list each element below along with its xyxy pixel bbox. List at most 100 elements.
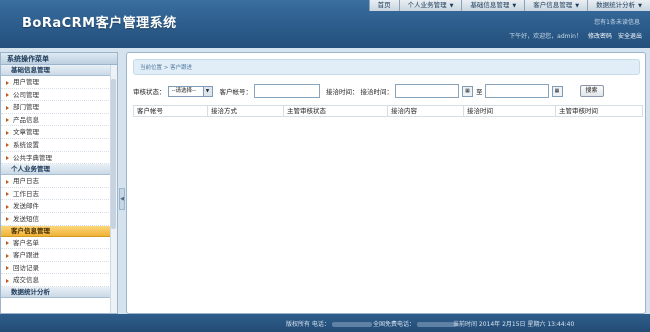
chevron-down-icon: ▼ bbox=[575, 3, 580, 9]
nav-basic-info[interactable]: 基础信息管理 ▼ bbox=[461, 0, 525, 11]
sidebar-item-label: 产品信息 bbox=[13, 115, 39, 124]
account-label: 客户帐号： bbox=[219, 88, 253, 96]
main-panel: 当前位置 > 客户跟进 审核状态： --请选择-- ▼ 客户帐号： 接洽时间： … bbox=[126, 52, 646, 314]
chevron-down-icon: ▼ bbox=[512, 3, 517, 9]
arrow-right-icon bbox=[6, 253, 9, 258]
sidebar-item-label: 公司管理 bbox=[13, 90, 39, 99]
sidebar-item-label: 发送短信 bbox=[13, 214, 39, 223]
sidebar-item-department-management[interactable]: 部门管理 bbox=[1, 101, 117, 114]
sidebar-item-label: 成交信息 bbox=[13, 276, 39, 285]
sidebar-item-dictionary-management[interactable]: 公共字典管理 bbox=[1, 152, 117, 165]
sidebar-item-label: 回访记录 bbox=[13, 263, 39, 272]
sidebar-item-user-log[interactable]: 用户日志 bbox=[1, 175, 117, 188]
status-select-value: --请选择-- bbox=[171, 87, 196, 94]
logout-link[interactable]: 安全退出 bbox=[618, 31, 642, 40]
arrow-right-icon bbox=[6, 192, 9, 197]
sidebar-item-article-management[interactable]: 文章管理 bbox=[1, 126, 117, 139]
nav-customer-info-label: 客户信息管理 bbox=[533, 1, 573, 9]
app-footer: 版权所有 电话： 全国免费电话： 当前时间 2014年 2月15日 星期六 13… bbox=[0, 314, 650, 332]
sidebar-item-customer-followup[interactable]: 客户跟进 bbox=[1, 249, 117, 262]
sidebar-item-deal-info[interactable]: 成交信息 bbox=[1, 274, 117, 287]
to-label: 至 bbox=[476, 88, 483, 96]
start-date-input[interactable] bbox=[395, 84, 459, 98]
chevron-down-icon: ▼ bbox=[449, 3, 454, 9]
column-header-review-time[interactable]: 主管审核时间 bbox=[556, 106, 642, 116]
sidebar-item-send-email[interactable]: 发送邮件 bbox=[1, 200, 117, 213]
sidebar-title: 系统操作菜单 bbox=[1, 53, 117, 65]
redacted-phone bbox=[331, 322, 372, 327]
arrow-right-icon bbox=[6, 143, 9, 148]
sidebar-item-label: 客户跟进 bbox=[13, 251, 39, 260]
column-header-content[interactable]: 接洽内容 bbox=[388, 106, 464, 116]
nav-home-label: 首页 bbox=[377, 1, 391, 9]
column-header-account[interactable]: 客户帐号 bbox=[134, 106, 208, 116]
time-label: 接洽时间： bbox=[360, 88, 394, 96]
app-logo: BoRaCRM客户管理系统 bbox=[22, 16, 177, 31]
sidebar-item-system-settings[interactable]: 系统设置 bbox=[1, 139, 117, 152]
sidebar-item-label: 用户日志 bbox=[13, 177, 39, 186]
column-header-review-status[interactable]: 主管审核状态 bbox=[284, 106, 388, 116]
sidebar-item-label: 系统设置 bbox=[13, 140, 39, 149]
arrow-right-icon bbox=[6, 266, 9, 271]
nav-customer-info[interactable]: 客户信息管理 ▼ bbox=[524, 0, 588, 11]
nav-personal-business-label: 个人业务管理 bbox=[407, 1, 447, 9]
greeting-text: 下午好，欢迎您，admin！ bbox=[509, 33, 582, 40]
sidebar-item-label: 文章管理 bbox=[13, 128, 39, 137]
redacted-phone bbox=[417, 322, 458, 327]
sidebar-group-statistics[interactable]: 数据统计分析 bbox=[1, 286, 117, 298]
sidebar-item-return-visit[interactable]: 回访记录 bbox=[1, 262, 117, 275]
app-header: BoRaCRM客户管理系统 首页 个人业务管理 ▼ 基础信息管理 ▼ 客户信息管理 ▼… bbox=[0, 0, 650, 48]
scrollbar-thumb[interactable] bbox=[111, 79, 116, 229]
sidebar-item-label: 部门管理 bbox=[13, 103, 39, 112]
sidebar-item-company-management[interactable]: 公司管理 bbox=[1, 89, 117, 102]
arrow-right-icon bbox=[6, 156, 9, 161]
column-header-contact-time[interactable]: 接洽时间 bbox=[464, 106, 556, 116]
calendar-icon[interactable]: ▦ bbox=[551, 85, 563, 97]
user-bar: 下午好，欢迎您，admin！ 修改密码 安全退出 bbox=[509, 31, 642, 40]
arrow-right-icon bbox=[6, 93, 9, 98]
sidebar-item-label: 发送邮件 bbox=[13, 202, 39, 211]
arrow-right-icon bbox=[6, 278, 9, 283]
arrow-right-icon bbox=[6, 179, 9, 184]
status-label: 审核状态： bbox=[133, 88, 166, 96]
column-header-method[interactable]: 接洽方式 bbox=[208, 106, 284, 116]
arrow-right-icon bbox=[6, 241, 9, 246]
nav-statistics[interactable]: 数据统计分析 ▼ bbox=[587, 0, 650, 11]
sidebar-item-send-sms[interactable]: 发送短信 bbox=[1, 213, 117, 226]
end-date-input[interactable] bbox=[484, 84, 549, 98]
sidebar-item-product-info[interactable]: 产品信息 bbox=[1, 114, 117, 127]
account-input[interactable] bbox=[254, 84, 320, 98]
footer-free-phone: 全国免费电话： bbox=[373, 319, 458, 328]
nav-home[interactable]: 首页 bbox=[368, 0, 399, 11]
sidebar-item-label: 工作日志 bbox=[13, 189, 39, 198]
sidebar-group-personal-business[interactable]: 个人业务管理 bbox=[1, 164, 117, 176]
arrow-right-icon bbox=[6, 217, 9, 222]
sidebar-group-customer-info[interactable]: 客户信息管理 bbox=[1, 225, 117, 237]
sidebar-menu: 系统操作菜单 基础信息管理 用户管理 公司管理 部门管理 产品信息 文章管理 系… bbox=[0, 52, 118, 314]
footer-current-time: 当前时间 2014年 2月15日 星期六 13:44:40 bbox=[453, 321, 575, 328]
top-navigation: 首页 个人业务管理 ▼ 基础信息管理 ▼ 客户信息管理 ▼ 数据统计分析 ▼ bbox=[368, 0, 650, 11]
footer-copyright-text: 版权所有 电话： bbox=[286, 321, 330, 328]
nav-personal-business[interactable]: 个人业务管理 ▼ bbox=[398, 0, 462, 11]
footer-phone-text: 全国免费电话： bbox=[373, 321, 416, 328]
footer-copyright: 版权所有 电话： bbox=[286, 319, 372, 328]
sidebar-group-basic-info[interactable]: 基础信息管理 bbox=[1, 65, 117, 76]
calendar-icon[interactable]: ▦ bbox=[462, 85, 473, 97]
chevron-down-icon: ▼ bbox=[202, 86, 212, 96]
sidebar-item-user-management[interactable]: 用户管理 bbox=[1, 76, 117, 89]
change-password-link[interactable]: 修改密码 bbox=[588, 31, 612, 40]
nav-statistics-label: 数据统计分析 bbox=[596, 1, 636, 9]
arrow-right-icon bbox=[6, 80, 9, 85]
table-header: 客户帐号 接洽方式 主管审核状态 接洽内容 接洽时间 主管审核时间 bbox=[133, 105, 643, 117]
sidebar-collapse-handle[interactable]: ◀ bbox=[119, 188, 125, 210]
nav-basic-info-label: 基础信息管理 bbox=[470, 1, 510, 9]
arrow-right-icon bbox=[6, 105, 9, 110]
sidebar-scrollbar[interactable] bbox=[110, 65, 117, 313]
sidebar-item-customer-list[interactable]: 客户名单 bbox=[1, 237, 117, 250]
method-label: 接洽时间： bbox=[326, 88, 359, 96]
sidebar-item-work-log[interactable]: 工作日志 bbox=[1, 188, 117, 201]
search-button[interactable]: 搜索 bbox=[579, 85, 604, 97]
arrow-right-icon bbox=[6, 130, 9, 135]
status-select[interactable]: --请选择-- ▼ bbox=[167, 85, 213, 97]
unread-messages-link[interactable]: 您有1条未读信息 bbox=[594, 17, 640, 26]
